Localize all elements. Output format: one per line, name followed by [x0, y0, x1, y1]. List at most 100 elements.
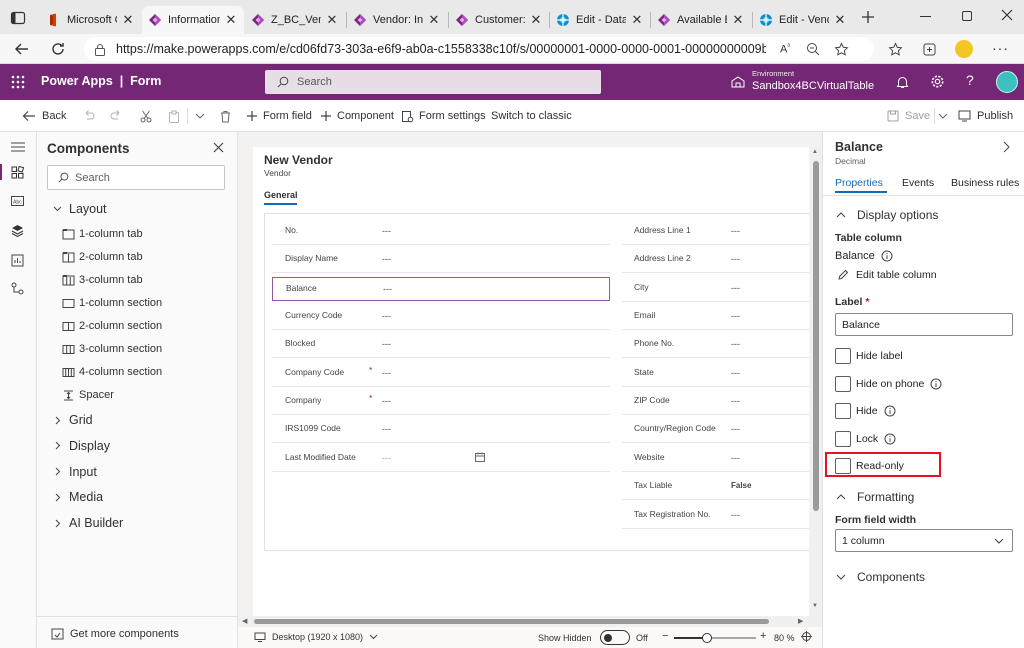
group-grid[interactable]: Grid — [55, 413, 93, 427]
component-button[interactable]: Component — [320, 100, 394, 132]
browser-tab[interactable]: Z_BC_Vend ✕ — [245, 6, 345, 34]
close-tab-icon[interactable]: ✕ — [833, 12, 847, 28]
get-more-components-link[interactable]: Get more components — [51, 628, 179, 640]
horizontal-scrollbar[interactable]: ◀ ▶ — [238, 616, 822, 627]
environment-name[interactable]: Sandbox4BCVirtualTable — [752, 80, 874, 92]
browser-tab[interactable]: Microsoft C ✕ — [41, 6, 141, 34]
chevron-right-icon[interactable] — [1003, 141, 1010, 153]
components-rail-icon[interactable] — [11, 166, 24, 179]
form-field-row[interactable]: Country/Region Code --- — [622, 418, 809, 444]
save-button[interactable]: Save — [887, 100, 930, 132]
chevron-down-icon[interactable] — [195, 100, 205, 132]
redo-icon[interactable] — [110, 100, 123, 132]
form-field-row[interactable]: Address Line 2 --- — [622, 248, 809, 274]
calendar-icon[interactable] — [475, 452, 485, 462]
close-tab-icon[interactable]: ✕ — [731, 12, 745, 28]
refresh-icon[interactable] — [50, 41, 66, 57]
tab-actions-icon[interactable] — [10, 10, 26, 26]
one-column-tab-item[interactable]: 1-column tab — [62, 228, 143, 240]
user-avatar[interactable] — [996, 71, 1018, 93]
form-field-row[interactable]: Email --- — [622, 305, 809, 331]
group-display[interactable]: Display — [55, 439, 110, 453]
info-icon[interactable] — [884, 433, 896, 445]
form-field-row[interactable]: IRS1099 Code --- — [272, 418, 610, 444]
browser-tab[interactable]: Edit - Vend ✕ — [753, 6, 853, 34]
business-rules-rail-icon[interactable] — [11, 282, 24, 295]
three-column-tab-item[interactable]: 3-column tab — [62, 274, 143, 286]
hide-label-checkbox-row[interactable]: Hide label — [835, 347, 903, 365]
minimize-icon[interactable] — [920, 16, 931, 17]
zoom-slider[interactable] — [674, 633, 756, 643]
lock-checkbox-row[interactable]: Lock — [835, 430, 896, 448]
zoom-out-icon[interactable]: − — [662, 630, 668, 642]
vertical-scrollbar[interactable]: ▲ ▼ — [810, 147, 822, 616]
three-column-section-item[interactable]: 3-column section — [62, 343, 162, 355]
group-input[interactable]: Input — [55, 465, 97, 479]
group-media[interactable]: Media — [55, 490, 103, 504]
form-field-row[interactable]: City --- — [622, 277, 809, 302]
close-tab-icon[interactable]: ✕ — [325, 12, 339, 28]
switch-to-classic-button[interactable]: Switch to classic — [491, 100, 572, 132]
form-field-row[interactable]: Website --- — [622, 447, 809, 472]
fit-to-width-icon[interactable] — [801, 631, 812, 642]
table-columns-rail-icon[interactable]: Abc — [11, 196, 24, 206]
form-field-row[interactable]: Tax Registration No. --- — [622, 504, 809, 529]
zoom-in-icon[interactable]: + — [760, 630, 766, 642]
url-field[interactable]: https://make.powerapps.com/e/cd06fd73-30… — [84, 37, 874, 61]
close-tab-icon[interactable]: ✕ — [121, 12, 135, 28]
info-icon[interactable] — [930, 378, 942, 390]
form-field-row[interactable]: Currency Code --- — [272, 305, 610, 331]
browser-tab[interactable]: Available B ✕ — [651, 6, 751, 34]
close-tab-icon[interactable]: ✕ — [529, 12, 543, 28]
form-field-row[interactable]: Company * --- — [272, 390, 610, 416]
help-icon[interactable]: ? — [966, 72, 974, 88]
info-icon[interactable] — [884, 405, 896, 417]
header-search-input[interactable]: Search — [265, 70, 601, 94]
scrollbar-thumb[interactable] — [254, 619, 769, 624]
form-field-row[interactable]: Company Code * --- — [272, 362, 610, 387]
label-input[interactable]: Balance — [835, 313, 1013, 336]
viewport-selector[interactable]: Desktop (1920 x 1080) — [254, 632, 378, 642]
favorite-add-icon[interactable] — [834, 41, 849, 57]
close-tab-icon[interactable]: ✕ — [630, 12, 644, 28]
form-field-row-selected[interactable]: Balance --- — [272, 276, 610, 301]
back-button[interactable]: Back — [22, 100, 66, 132]
close-tab-icon[interactable]: ✕ — [224, 12, 238, 28]
hide-checkbox-row[interactable]: Hide — [835, 402, 896, 420]
app-launcher-icon[interactable] — [11, 75, 25, 89]
form-settings-button[interactable]: Form settings — [401, 100, 486, 132]
lock-checkbox[interactable] — [835, 430, 851, 447]
settings-gear-icon[interactable] — [930, 74, 945, 89]
paste-icon[interactable] — [168, 100, 180, 132]
form-field-row[interactable]: State --- — [622, 362, 809, 387]
scrollbar-thumb[interactable] — [813, 161, 819, 511]
form-libraries-rail-icon[interactable] — [11, 254, 24, 267]
form-field-width-dropdown[interactable]: 1 column — [835, 529, 1013, 552]
form-field-row[interactable]: Blocked --- — [272, 333, 610, 359]
delete-icon[interactable] — [220, 100, 231, 132]
form-field-row[interactable]: ZIP Code --- — [622, 390, 809, 416]
form-field-button[interactable]: Form field — [246, 100, 312, 132]
browser-tab[interactable]: Information ✕ — [142, 6, 244, 34]
form-field-row[interactable]: Display Name --- — [272, 248, 610, 274]
close-window-icon[interactable] — [1000, 8, 1014, 22]
hide-label-checkbox[interactable] — [835, 348, 851, 364]
read-aloud-icon[interactable]: Aᵃ — [780, 43, 790, 56]
group-ai-builder[interactable]: AI Builder — [55, 516, 123, 530]
notification-bell-icon[interactable] — [896, 75, 909, 89]
two-column-tab-item[interactable]: 2-column tab — [62, 251, 143, 263]
maximize-icon[interactable] — [962, 11, 972, 21]
tab-events[interactable]: Events — [902, 177, 934, 189]
form-field-row[interactable]: Tax Liable False — [622, 475, 809, 501]
tab-general[interactable]: General — [264, 190, 298, 200]
one-column-section-item[interactable]: 1-column section — [62, 297, 162, 309]
formatting-header[interactable]: Formatting — [836, 490, 914, 504]
tab-properties[interactable]: Properties — [835, 177, 883, 189]
layout-group-header[interactable]: Layout — [53, 202, 107, 216]
hamburger-menu-icon[interactable] — [11, 142, 25, 152]
undo-icon[interactable] — [82, 100, 95, 132]
components-section-header[interactable]: Components — [836, 570, 925, 584]
save-options-chevron-icon[interactable] — [938, 100, 948, 132]
browser-tab[interactable]: Customer: I ✕ — [449, 6, 549, 34]
hide-on-phone-checkbox-row[interactable]: Hide on phone — [835, 375, 942, 393]
